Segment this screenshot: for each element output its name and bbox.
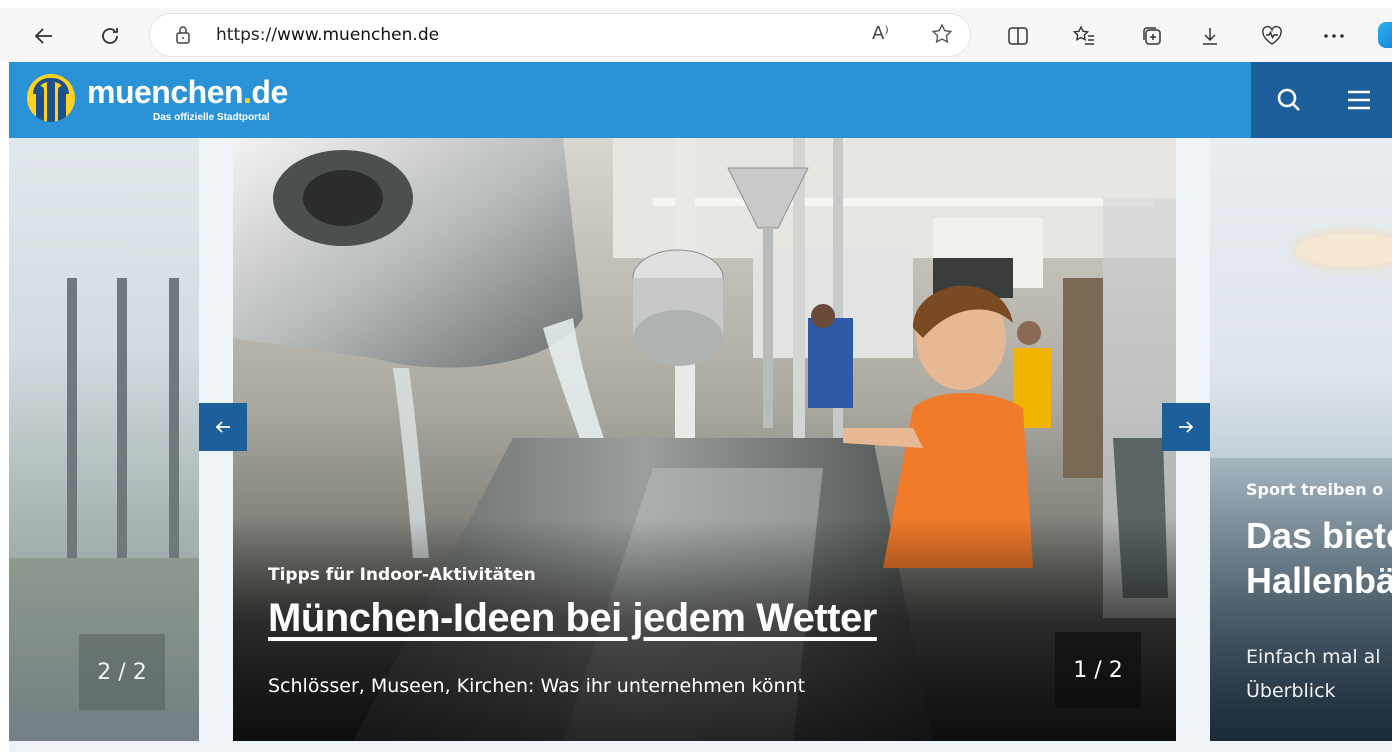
carousel-next-button[interactable] bbox=[1162, 403, 1210, 451]
read-aloud-icon[interactable]: A⁾ bbox=[872, 23, 889, 44]
split-screen-icon[interactable] bbox=[1002, 20, 1034, 52]
window-frame bbox=[169, 278, 179, 598]
copilot-icon[interactable] bbox=[1378, 22, 1392, 48]
browser-toolbar: https://www.muenchen.de A⁾ bbox=[0, 0, 1392, 62]
slide-headline-link[interactable]: Das biete Hallenbä bbox=[1246, 513, 1392, 603]
logo-tagline: Das offizielle Stadtportal bbox=[153, 112, 270, 123]
arrow-left-icon bbox=[34, 28, 52, 44]
star-icon[interactable] bbox=[930, 22, 954, 50]
logo-word-main: muenchen bbox=[87, 74, 244, 110]
refresh-icon bbox=[102, 28, 118, 44]
title-line: Das biete bbox=[1246, 515, 1392, 556]
carousel-slide-next[interactable]: Sport treiben o Das biete Hallenbä Einfac… bbox=[1210, 138, 1392, 741]
url-text[interactable]: https://www.muenchen.de bbox=[216, 25, 439, 45]
desc-line: Überblick bbox=[1246, 680, 1336, 702]
title-line: Hallenbä bbox=[1246, 560, 1392, 601]
favorites-icon[interactable] bbox=[1068, 20, 1100, 52]
muenchen-logo-icon[interactable] bbox=[27, 74, 75, 122]
slide-counter: 2 / 2 bbox=[79, 634, 165, 710]
window-frame bbox=[117, 278, 127, 598]
arrow-left-icon bbox=[215, 421, 230, 433]
search-button[interactable] bbox=[1273, 84, 1305, 116]
header-actions bbox=[1251, 62, 1392, 138]
window-frame bbox=[67, 278, 77, 598]
tab-strip-edge bbox=[0, 0, 1392, 8]
carousel-slide-active[interactable]: Tipps für Indoor-Aktivitäten München-Ide… bbox=[233, 138, 1176, 741]
site-header: muenchen.de Das offizielle Stadtportal bbox=[9, 62, 1392, 138]
lock-icon[interactable] bbox=[174, 25, 192, 49]
slide-description: Einfach mal al Überblick bbox=[1246, 640, 1381, 708]
slide-description: Schlösser, Museen, Kirchen: Was ihr unte… bbox=[268, 675, 806, 697]
url-host: www.muenchen.de bbox=[276, 25, 440, 45]
slide-kicker: Tipps für Indoor-Aktivitäten bbox=[268, 565, 536, 585]
address-bar[interactable]: https://www.muenchen.de A⁾ bbox=[150, 14, 970, 56]
teaser-carousel: 2 / 2 Tipps für Indoor-Aktivitäten Münch… bbox=[9, 138, 1392, 752]
refresh-button[interactable] bbox=[94, 20, 126, 52]
carousel-slide-previous[interactable]: 2 / 2 bbox=[9, 138, 199, 741]
slide-counter: 1 / 2 bbox=[1055, 632, 1141, 708]
carousel-prev-button[interactable] bbox=[199, 403, 247, 451]
more-icon[interactable] bbox=[1318, 20, 1350, 52]
collections-icon[interactable] bbox=[1136, 20, 1168, 52]
arrow-right-icon bbox=[1179, 421, 1194, 433]
site-logo-text[interactable]: muenchen.de bbox=[87, 74, 288, 111]
desc-line: Einfach mal al bbox=[1246, 646, 1381, 668]
slide-headline-link[interactable]: München-Ideen bei jedem Wetter bbox=[268, 596, 877, 641]
slide-kicker: Sport treiben o bbox=[1246, 480, 1384, 499]
menu-button[interactable] bbox=[1343, 84, 1375, 116]
browser-essentials-icon[interactable] bbox=[1256, 20, 1288, 52]
hamburger-menu-icon bbox=[1348, 90, 1370, 110]
ceiling-light bbox=[1296, 233, 1392, 267]
download-icon[interactable] bbox=[1194, 20, 1226, 52]
url-scheme: https:// bbox=[216, 25, 277, 45]
logo-word-tld: de bbox=[251, 74, 288, 110]
back-button[interactable] bbox=[28, 20, 60, 52]
search-icon bbox=[1277, 88, 1300, 111]
